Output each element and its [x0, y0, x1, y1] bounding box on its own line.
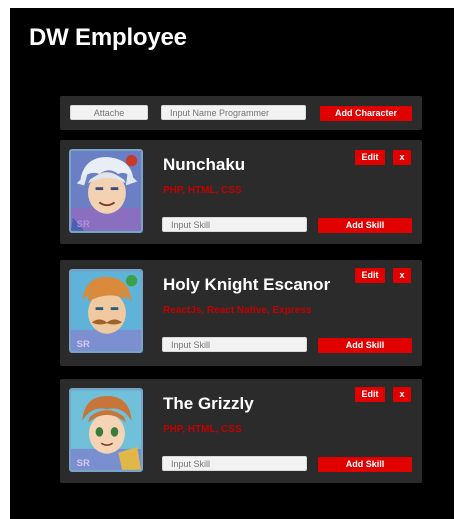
- svg-text:SR: SR: [77, 219, 90, 230]
- skill-input[interactable]: [162, 337, 307, 352]
- character-skills: PHP, HTML, CSS: [163, 424, 242, 435]
- delete-button[interactable]: x: [393, 150, 411, 165]
- svg-text:SR: SR: [77, 339, 90, 350]
- svg-text:SR: SR: [77, 458, 90, 469]
- character-card: SR Holy Knight Escanor ReactJs, React Na…: [60, 260, 422, 366]
- delete-button[interactable]: x: [393, 268, 411, 283]
- character-portrait-image: SR: [71, 151, 141, 231]
- character-name: Holy Knight Escanor: [163, 275, 331, 294]
- attache-input[interactable]: [70, 105, 148, 120]
- character-name: The Grizzly: [163, 394, 254, 413]
- character-card: SR Nunchaku PHP, HTML, CSS Edit x Add Sk…: [60, 140, 422, 244]
- add-character-panel: Add Character: [60, 96, 422, 130]
- add-character-button[interactable]: Add Character: [320, 106, 412, 121]
- character-portrait-image: SR: [71, 390, 141, 470]
- character-card: SR The Grizzly PHP, HTML, CSS Edit x Add…: [60, 379, 422, 483]
- character-skills: PHP, HTML, CSS: [163, 185, 242, 196]
- add-skill-button[interactable]: Add Skill: [318, 338, 412, 353]
- edit-button[interactable]: Edit: [355, 268, 385, 283]
- page-title: DW Employee: [29, 24, 187, 51]
- delete-button[interactable]: x: [393, 387, 411, 402]
- add-skill-button[interactable]: Add Skill: [318, 457, 412, 472]
- edit-button[interactable]: Edit: [355, 150, 385, 165]
- character-avatar: SR: [69, 269, 143, 353]
- character-avatar: SR: [69, 388, 143, 472]
- app-container: DW Employee Add Character SR Nunch: [10, 8, 454, 519]
- edit-button[interactable]: Edit: [355, 387, 385, 402]
- skill-input[interactable]: [162, 456, 307, 471]
- add-skill-button[interactable]: Add Skill: [318, 218, 412, 233]
- skill-input[interactable]: [162, 217, 307, 232]
- character-portrait-image: SR: [71, 271, 141, 351]
- name-programmer-input[interactable]: [161, 105, 306, 120]
- character-skills: ReactJs, React Native, Express: [163, 305, 312, 316]
- character-name: Nunchaku: [163, 155, 246, 174]
- character-avatar: SR: [69, 149, 143, 233]
